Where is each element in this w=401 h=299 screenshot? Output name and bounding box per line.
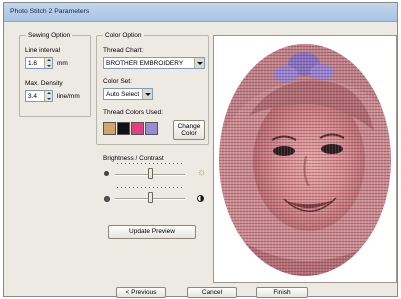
previous-button[interactable]: < Previous (116, 287, 166, 298)
color-option-group: Color Option Thread Chart: BROTHER EMBRO… (96, 31, 209, 145)
contrast-high-icon (197, 195, 204, 202)
cancel-button[interactable]: Cancel (187, 287, 237, 298)
photo-stitch-dialog: Photo Stitch 2 Parameters Sewing Option … (3, 2, 398, 298)
max-density-value: 3.4 (28, 93, 38, 100)
max-density-spinner[interactable]: 3.4 (25, 90, 53, 102)
window-title: Photo Stitch 2 Parameters (10, 8, 90, 15)
line-interval-label: Line interval (25, 47, 61, 54)
chevron-down-icon[interactable] (194, 58, 204, 68)
brightness-slider-thumb[interactable] (148, 168, 153, 179)
finish-label: Finish (273, 289, 291, 296)
line-interval-unit: mm (57, 60, 68, 67)
update-preview-button[interactable]: Update Preview (108, 225, 196, 239)
sewing-option-legend: Sewing Option (26, 31, 73, 40)
brightness-high-icon: ☼ (197, 167, 207, 178)
change-color-label-1: Change (177, 123, 201, 130)
brightness-slider[interactable] (115, 163, 185, 182)
thread-color-swatch (103, 122, 116, 135)
previous-label: < Previous (125, 289, 157, 296)
contrast-slider-thumb[interactable] (148, 192, 153, 203)
thread-chart-select[interactable]: BROTHER EMBROIDERY (103, 57, 205, 69)
change-color-button[interactable]: Change Color (173, 120, 205, 140)
thread-color-swatch (117, 122, 130, 135)
stitch-preview-image (219, 44, 391, 276)
thread-swatches (103, 122, 163, 136)
spinner-arrows-icon[interactable] (44, 91, 52, 101)
thread-colors-used-label: Thread Colors Used: (103, 109, 163, 116)
change-color-label-2: Color (181, 130, 197, 137)
brightness-low-icon (104, 171, 109, 176)
cancel-label: Cancel (201, 289, 223, 296)
color-set-select[interactable]: Auto Select (103, 88, 153, 100)
color-set-label: Color Set: (103, 78, 132, 85)
line-interval-spinner[interactable]: 1.6 (25, 57, 53, 69)
embroidery-preview (213, 35, 397, 283)
update-preview-label: Update Preview (129, 228, 175, 235)
color-set-value: Auto Select (106, 91, 140, 98)
title-bar: Photo Stitch 2 Parameters (4, 3, 397, 22)
color-option-legend: Color Option (103, 31, 144, 40)
finish-button[interactable]: Finish (256, 287, 308, 298)
sewing-option-group: Sewing Option Line interval 1.6 mm Max. … (19, 31, 91, 117)
thread-chart-label: Thread Chart: (103, 47, 144, 54)
max-density-label: Max. Density (25, 80, 63, 87)
contrast-slider[interactable] (115, 187, 185, 206)
brightness-contrast-label: Brightness / Contrast (103, 155, 164, 162)
line-interval-value: 1.6 (28, 60, 38, 67)
thread-chart-value: BROTHER EMBROIDERY (106, 60, 184, 67)
brightness-contrast-group: Brightness / Contrast ☼ (96, 153, 209, 213)
max-density-unit: line/mm (57, 93, 80, 100)
chevron-down-icon[interactable] (142, 89, 152, 99)
spinner-arrows-icon[interactable] (44, 58, 52, 68)
thread-color-swatch (145, 122, 158, 135)
thread-color-swatch (131, 122, 144, 135)
contrast-low-icon (104, 196, 110, 202)
